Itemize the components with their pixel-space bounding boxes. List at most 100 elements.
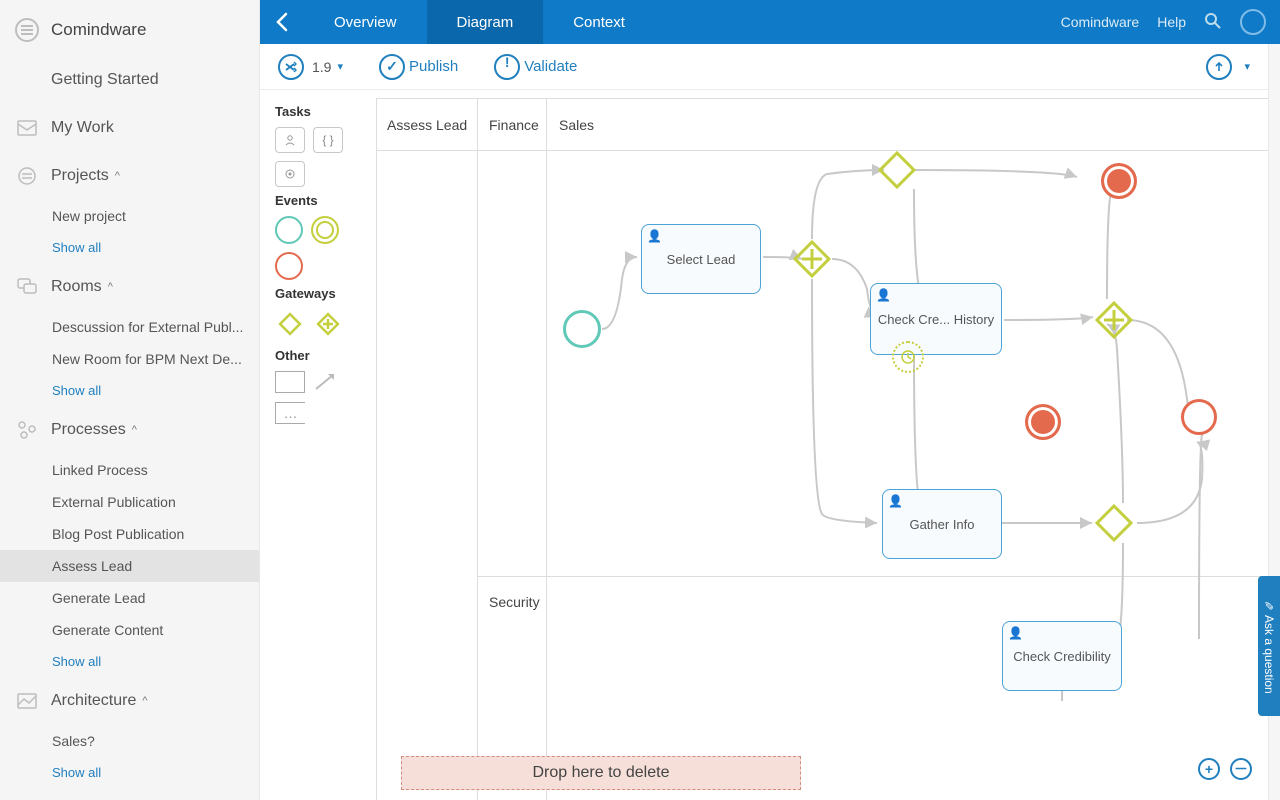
inbox-icon (15, 116, 39, 140)
gateway-parallel-2[interactable] (1092, 298, 1136, 342)
palette-user-task[interactable] (275, 127, 305, 153)
nav-sub-arch-0[interactable]: Sales? (0, 725, 259, 757)
palette: Tasks { } Events Gateways Other … (275, 98, 367, 430)
zoom-in-button[interactable]: + (1198, 758, 1220, 780)
palette-flow[interactable] (313, 371, 339, 396)
avatar[interactable] (1240, 9, 1266, 35)
lane-label-finance: Finance (489, 117, 539, 133)
nav-label: Getting Started (51, 71, 159, 89)
tab-diagram[interactable]: Diagram (427, 0, 544, 44)
nav-sub-processes-3[interactable]: Assess Lead (0, 550, 259, 582)
lane-label-security: Security (489, 594, 540, 610)
user-icon: 👤 (1008, 626, 1023, 640)
chevron-up-icon: ^ (142, 695, 147, 707)
tab-overview[interactable]: Overview (304, 0, 427, 44)
palette-events-label: Events (275, 193, 367, 208)
task-check-credibility[interactable]: 👤 Check Credibility (1002, 621, 1122, 691)
validate-button[interactable]: ! Validate (494, 54, 577, 80)
publish-button[interactable]: ✓ Publish (379, 54, 458, 80)
chevron-down-icon: ▾ (1244, 60, 1250, 73)
warning-icon: ! (494, 54, 520, 80)
ask-question-tab[interactable]: ✎ Ask a question (1258, 576, 1280, 716)
nav-getting-started[interactable]: Getting Started (0, 56, 259, 104)
nav-label: Processes (51, 421, 126, 439)
search-icon[interactable] (1204, 12, 1222, 33)
processes-icon (15, 418, 39, 442)
task-label: Gather Info (909, 517, 974, 532)
export-menu[interactable]: ▾ (1206, 54, 1250, 80)
start-event[interactable] (563, 310, 601, 348)
nav-label: Architecture (51, 692, 136, 710)
task-label: Check Cre... History (878, 312, 994, 327)
end-event-2[interactable] (1025, 404, 1061, 440)
nav-sub-processes-0[interactable]: Linked Process (0, 454, 259, 486)
nav-projects-showall[interactable]: Show all (0, 232, 259, 263)
nav-projects[interactable]: Projects^ (0, 152, 259, 200)
nav-processes-showall[interactable]: Show all (0, 646, 259, 677)
palette-service-task[interactable] (275, 161, 305, 187)
palette-end-event[interactable] (275, 252, 303, 280)
nav-processes[interactable]: Processes ^ (0, 406, 259, 454)
palette-other-label: Other (275, 348, 367, 363)
palette-intermediate-event[interactable] (311, 216, 339, 244)
publish-label: Publish (409, 58, 458, 75)
version-selector[interactable]: 1.9 ▾ (278, 54, 343, 80)
nav-arch-showall[interactable]: Show all (0, 757, 259, 788)
nav-sub-processes-4[interactable]: Generate Lead (0, 582, 259, 614)
gateway-exclusive-1[interactable] (875, 148, 919, 192)
zoom-controls: + － (1198, 758, 1252, 780)
rooms-icon (15, 275, 39, 299)
user-icon: 👤 (876, 288, 891, 302)
gateway-exclusive-2[interactable] (1092, 501, 1136, 545)
nav-records[interactable]: Records^ (0, 788, 259, 800)
palette-gateways-label: Gateways (275, 286, 367, 301)
check-icon: ✓ (379, 54, 405, 80)
nav-sub-projects-0[interactable]: New project (0, 200, 259, 232)
chevron-down-icon: ▾ (337, 60, 343, 73)
lane-label-sales: Sales (559, 117, 594, 133)
architecture-icon (15, 689, 39, 713)
palette-script-task[interactable]: { } (313, 127, 343, 153)
end-event-3[interactable] (1181, 399, 1217, 435)
palette-parallel-gateway[interactable] (313, 309, 343, 342)
timer-event[interactable] (892, 341, 924, 373)
zoom-out-button[interactable]: － (1230, 758, 1252, 780)
nav-sub-processes-5[interactable]: Generate Content (0, 614, 259, 646)
nav-architecture[interactable]: Architecture ^ (0, 677, 259, 725)
tab-context[interactable]: Context (543, 0, 655, 44)
nav-rooms-showall[interactable]: Show all (0, 375, 259, 406)
toolbar: 1.9 ▾ ✓ Publish ! Validate ▾ (260, 44, 1268, 90)
nav-sub-processes-2[interactable]: Blog Post Publication (0, 518, 259, 550)
palette-exclusive-gateway[interactable] (275, 309, 305, 342)
task-check-credit[interactable]: 👤 Check Cre... History (870, 283, 1002, 355)
help-link[interactable]: Help (1157, 14, 1186, 30)
gateway-parallel-1[interactable] (790, 237, 834, 281)
nav-label: My Work (51, 119, 114, 137)
palette-start-event[interactable] (275, 216, 303, 244)
task-gather-info[interactable]: 👤 Gather Info (882, 489, 1002, 559)
chevron-up-icon: ^ (108, 281, 113, 293)
palette-annotation[interactable]: … (275, 402, 305, 424)
delete-dropzone[interactable]: Drop here to delete (401, 756, 801, 790)
palette-pool[interactable] (275, 371, 305, 393)
back-button[interactable] (260, 0, 304, 44)
nav-rooms[interactable]: Rooms ^ (0, 263, 259, 311)
end-event-1[interactable] (1101, 163, 1137, 199)
brand-right[interactable]: Comindware (1061, 14, 1140, 30)
task-label: Select Lead (667, 252, 736, 267)
menu-icon[interactable] (15, 18, 39, 42)
user-icon: 👤 (888, 494, 903, 508)
task-select-lead[interactable]: 👤 Select Lead (641, 224, 761, 294)
diagram-canvas[interactable]: Assess Lead Finance Sales Security 👤 (376, 98, 1268, 800)
brand[interactable]: Comindware (0, 0, 259, 56)
brand-label: Comindware (51, 20, 146, 40)
nav-sub-rooms-1[interactable]: New Room for BPM Next De... (0, 343, 259, 375)
nav-my-work[interactable]: My Work (0, 104, 259, 152)
user-icon: 👤 (647, 229, 662, 243)
nav-label: Rooms (51, 278, 102, 296)
version-label: 1.9 (312, 59, 331, 75)
nav-sub-processes-1[interactable]: External Publication (0, 486, 259, 518)
nav-sub-rooms-0[interactable]: Descussion for External Publ... (0, 311, 259, 343)
lane-security-divider (477, 576, 1268, 577)
chevron-up-icon: ^ (132, 424, 137, 436)
